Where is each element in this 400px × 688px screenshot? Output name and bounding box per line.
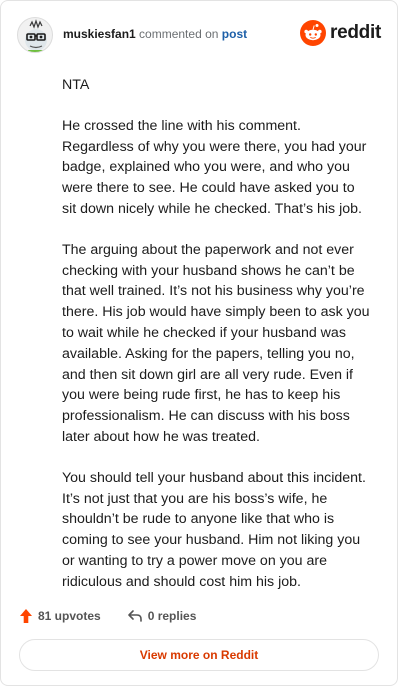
reply-count: 0 replies (147, 609, 197, 623)
comment-actions: 81 upvotes 0 replies (19, 605, 222, 627)
comment-header: muskiesfan1 commented on post reddit (17, 17, 381, 53)
comment-paragraph: He crossed the line with his comment. Re… (62, 117, 367, 217)
reddit-wordmark: reddit (330, 22, 381, 43)
comment-paragraph: The arguing about the paperwork and not … (62, 241, 370, 445)
upvote-button[interactable]: 81 upvotes (19, 608, 101, 624)
comment-paragraph: NTA (62, 77, 90, 93)
comment-meta: muskiesfan1 commented on post (63, 27, 247, 41)
upvote-arrow-icon (20, 609, 32, 623)
reply-icon (127, 610, 142, 622)
username-link[interactable]: muskiesfan1 (63, 27, 136, 41)
reddit-logo[interactable]: reddit (300, 19, 381, 47)
view-more-button[interactable]: View more on Reddit (19, 639, 379, 671)
embedded-comment-card: muskiesfan1 commented on post reddit NTA… (0, 0, 398, 686)
reddit-snoo-icon (300, 20, 327, 46)
upvote-count: 81 upvotes (38, 609, 101, 623)
post-link[interactable]: post (222, 27, 247, 41)
action-text: commented on (139, 27, 219, 41)
comment-paragraph: You should tell your husband about this … (62, 469, 366, 590)
reply-button[interactable]: 0 replies (127, 609, 197, 623)
user-avatar[interactable] (17, 17, 53, 53)
comment-body: NTA He crossed the line with his comment… (62, 75, 371, 613)
